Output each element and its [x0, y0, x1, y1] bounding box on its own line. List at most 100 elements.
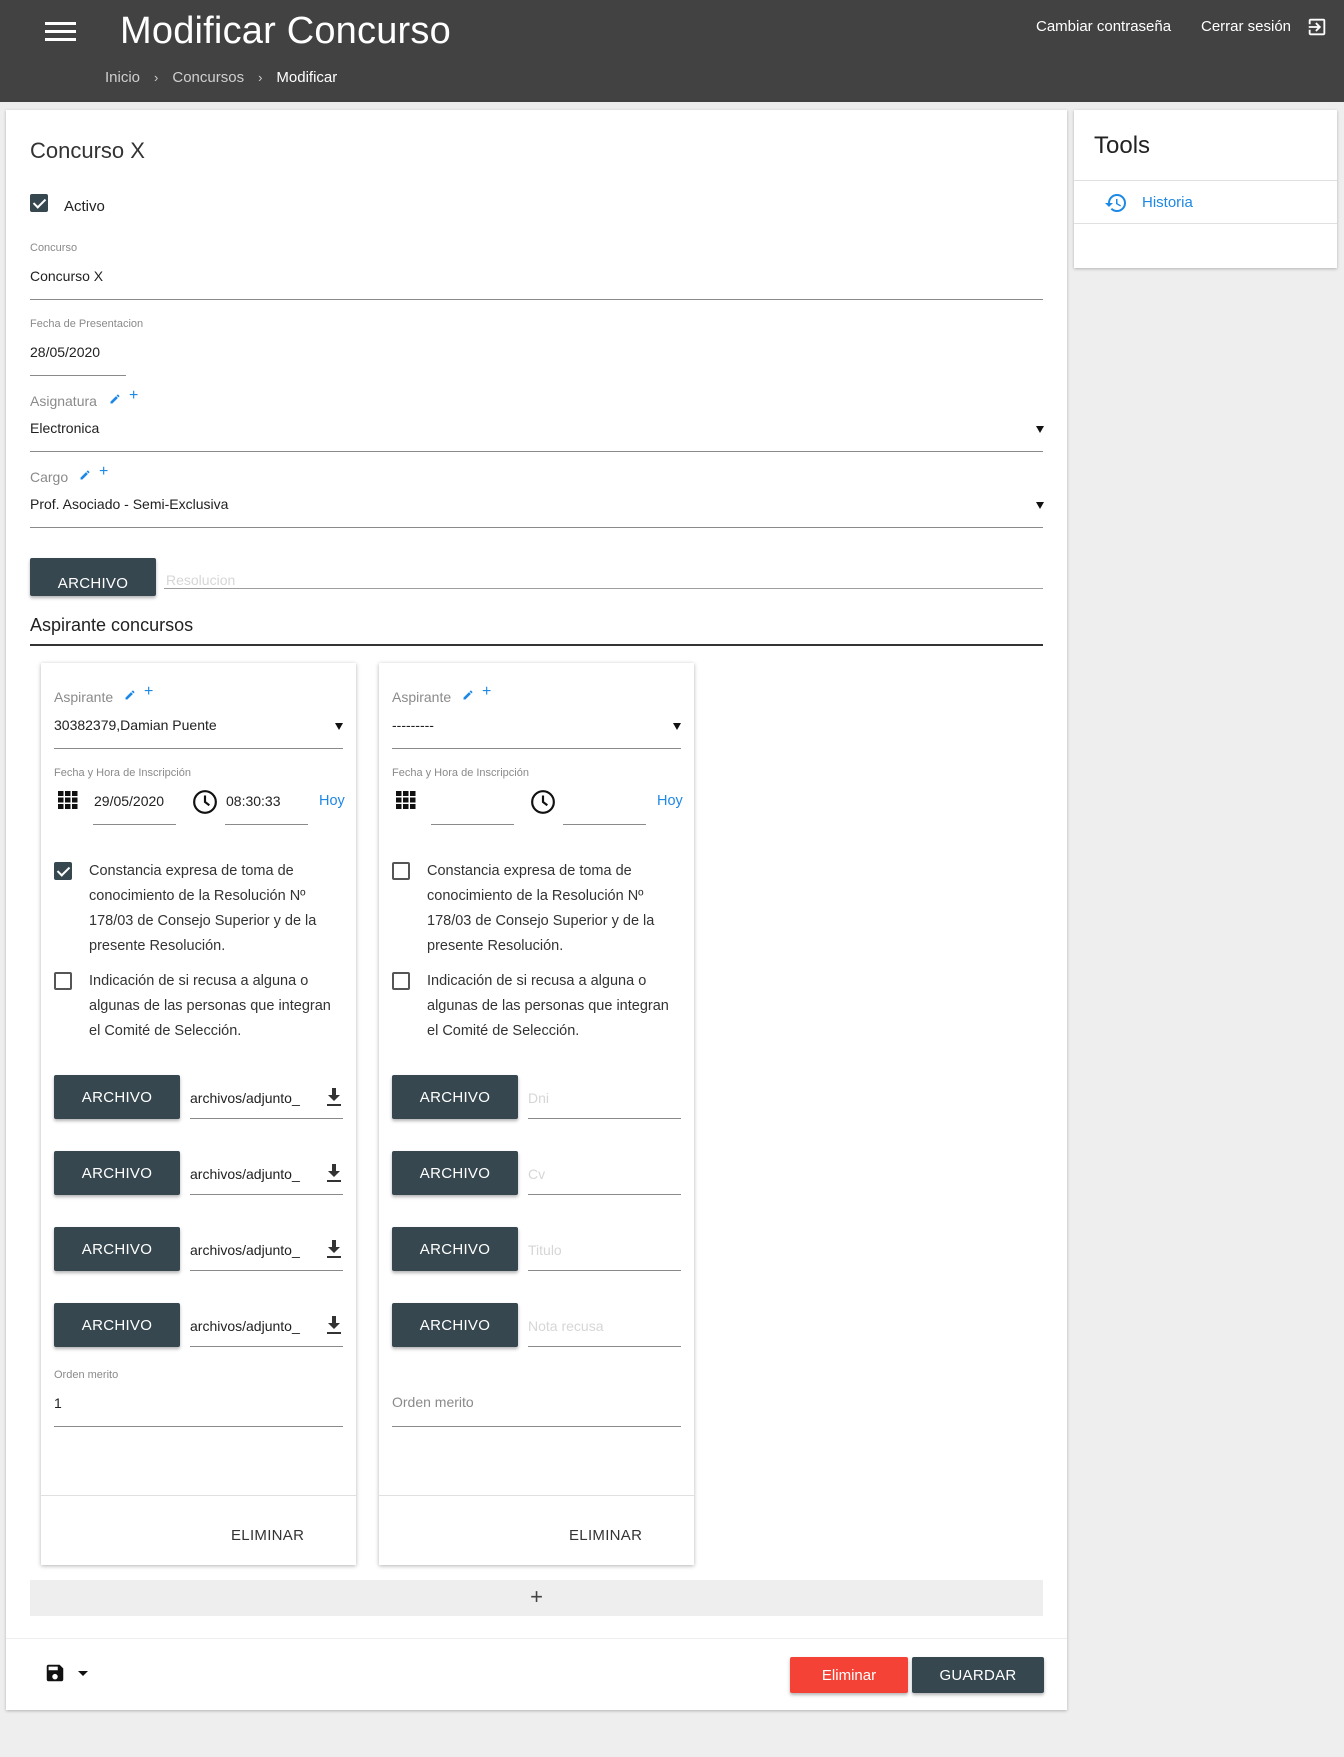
archivo-button[interactable]: ARCHIVO — [54, 1151, 180, 1195]
logout-link[interactable]: Cerrar sesión — [1201, 18, 1291, 35]
hoy-button[interactable]: Hoy — [319, 793, 345, 809]
aspirante-card: Aspirante + --------- Fecha y Hora de In… — [379, 663, 694, 1565]
file-underline — [528, 1270, 681, 1271]
dropdown-caret-icon[interactable] — [1036, 502, 1044, 509]
activo-checkbox[interactable] — [30, 194, 48, 212]
dropdown-caret-icon[interactable] — [673, 723, 681, 730]
aspirante-select[interactable]: --------- — [392, 717, 434, 733]
breadcrumb-modificar: Modificar — [276, 69, 338, 86]
history-icon[interactable] — [1104, 191, 1128, 215]
archivo-button[interactable]: ARCHIVO — [54, 1075, 180, 1119]
pencil-icon[interactable] — [79, 469, 91, 481]
archivo-button[interactable]: ARCHIVO — [392, 1075, 518, 1119]
recusa-checkbox[interactable] — [54, 972, 72, 990]
cv-input[interactable]: Cv — [528, 1166, 545, 1182]
orden-underline — [54, 1426, 343, 1427]
file-underline — [190, 1346, 343, 1347]
constancia-checkbox[interactable] — [54, 862, 72, 880]
date-underline — [93, 824, 176, 825]
fecha-input[interactable]: 28/05/2020 — [30, 344, 100, 360]
aspirante-label: Aspirante — [54, 689, 114, 705]
download-icon[interactable] — [326, 1240, 342, 1258]
clock-icon[interactable] — [192, 789, 218, 815]
fecha-hora-label: Fecha y Hora de Inscripción — [54, 767, 191, 779]
orden-label: Orden merito — [54, 1369, 119, 1381]
pencil-icon[interactable] — [462, 689, 474, 701]
orden-input[interactable]: 1 — [54, 1395, 62, 1411]
aspirante-select[interactable]: 30382379,Damian Puente — [54, 717, 217, 733]
resolucion-input[interactable]: Resolucion — [166, 572, 235, 588]
aspirante-underline — [54, 748, 343, 749]
file-underline — [190, 1270, 343, 1271]
eliminar-button[interactable]: Eliminar — [790, 1657, 908, 1693]
dropdown-caret-icon[interactable] — [1036, 426, 1044, 433]
concurso-label: Concurso — [30, 242, 78, 254]
menu-icon[interactable] — [45, 22, 76, 42]
archivo-button[interactable]: ARCHIVO — [392, 1227, 518, 1271]
add-cargo-icon[interactable]: + — [99, 463, 108, 481]
date-input[interactable]: 29/05/2020 — [94, 793, 164, 809]
actions-divider — [6, 1638, 1067, 1639]
time-input[interactable]: 08:30:33 — [226, 793, 281, 809]
tools-card: Tools Historia — [1074, 110, 1337, 268]
download-icon[interactable] — [326, 1164, 342, 1182]
eliminar-aspirante-button[interactable]: ELIMINAR — [569, 1527, 642, 1544]
nota-recusa-input[interactable]: Nota recusa — [528, 1318, 603, 1334]
download-icon[interactable] — [326, 1316, 342, 1334]
dni-input[interactable]: Dni — [528, 1090, 549, 1106]
aspirante-underline — [392, 748, 681, 749]
orden-underline — [392, 1426, 681, 1427]
eliminar-aspirante-button[interactable]: ELIMINAR — [231, 1527, 304, 1544]
change-password-link[interactable]: Cambiar contraseña — [1036, 18, 1171, 35]
hoy-button[interactable]: Hoy — [657, 793, 683, 809]
add-asignatura-icon[interactable]: + — [129, 387, 138, 405]
download-icon[interactable] — [326, 1088, 342, 1106]
save-menu-caret-icon[interactable] — [78, 1671, 88, 1676]
file-underline — [528, 1118, 681, 1119]
orden-input[interactable]: Orden merito — [392, 1394, 474, 1410]
file-path-nota: archivos/adjunto_ — [190, 1318, 300, 1334]
chevron-right-icon: › — [154, 70, 159, 85]
time-underline — [225, 824, 308, 825]
pencil-icon[interactable] — [109, 393, 121, 405]
resolucion-underline — [164, 588, 1043, 589]
date-underline — [431, 824, 514, 825]
concurso-underline — [30, 299, 1043, 300]
cargo-underline — [30, 527, 1043, 528]
save-icon[interactable] — [44, 1662, 66, 1684]
cargo-select[interactable]: Prof. Asociado - Semi-Exclusiva — [30, 496, 228, 512]
asignatura-select[interactable]: Electronica — [30, 420, 99, 436]
pencil-icon[interactable] — [124, 689, 136, 701]
file-underline — [528, 1194, 681, 1195]
archivo-button[interactable]: ARCHIVO — [54, 1227, 180, 1271]
historia-link[interactable]: Historia — [1142, 194, 1193, 211]
section-divider — [30, 644, 1043, 646]
clock-icon[interactable] — [530, 789, 556, 815]
guardar-button[interactable]: GUARDAR — [912, 1657, 1044, 1693]
recusa-text: Indicación de si recusa a alguna o algun… — [427, 973, 669, 1039]
constancia-text: Constancia expresa de toma de conocimien… — [427, 863, 655, 954]
file-path-titulo: archivos/adjunto_ — [190, 1242, 300, 1258]
asignatura-underline — [30, 451, 1043, 452]
page-title: Modificar Concurso — [120, 10, 451, 52]
calendar-icon[interactable] — [396, 791, 416, 809]
breadcrumb-concursos[interactable]: Concursos — [172, 69, 244, 86]
calendar-icon[interactable] — [58, 791, 78, 809]
form-title: Concurso X — [30, 138, 145, 163]
logout-icon[interactable] — [1306, 16, 1328, 38]
breadcrumb-inicio[interactable]: Inicio — [105, 69, 140, 86]
recusa-checkbox[interactable] — [392, 972, 410, 990]
archivo-button[interactable]: ARCHIVO — [54, 1303, 180, 1347]
dropdown-caret-icon[interactable] — [335, 723, 343, 730]
add-aspirante-icon[interactable]: + — [144, 683, 153, 701]
fecha-underline — [30, 375, 126, 376]
recusa-text: Indicación de si recusa a alguna o algun… — [89, 973, 331, 1039]
archivo-button[interactable]: ARCHIVO — [392, 1151, 518, 1195]
constancia-checkbox[interactable] — [392, 862, 410, 880]
titulo-input[interactable]: Titulo — [528, 1242, 562, 1258]
archivo-resolucion-button[interactable]: ARCHIVO — [30, 558, 156, 596]
add-aspirante-button[interactable]: + — [30, 1580, 1043, 1616]
archivo-button[interactable]: ARCHIVO — [392, 1303, 518, 1347]
add-aspirante-icon[interactable]: + — [482, 683, 491, 701]
concurso-input[interactable]: Concurso X — [30, 268, 103, 284]
